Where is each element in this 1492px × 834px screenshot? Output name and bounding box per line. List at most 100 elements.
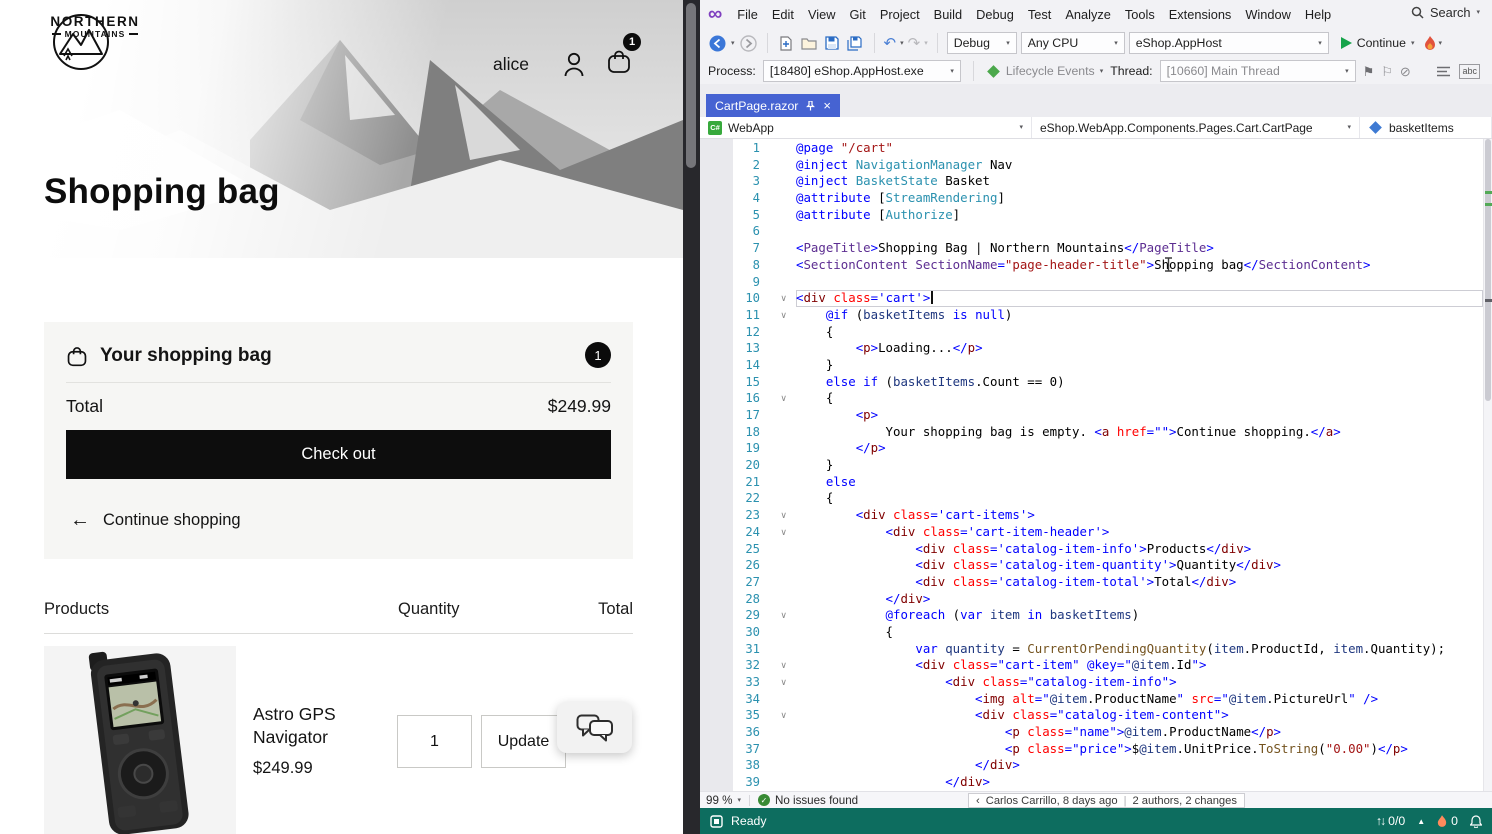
site-logo[interactable]: NORTHERN MOUNTAINS bbox=[42, 12, 148, 70]
member-dropdown[interactable]: basketItems bbox=[1360, 117, 1492, 138]
code-line-31[interactable]: var quantity = CurrentOrPendingQuantity(… bbox=[768, 641, 1483, 658]
code-editor[interactable]: 1 2 3 4 5 6 7 8 9 10 11 12 13 14 15 16 17 18 19 20 21 22 23 24 2… bbox=[700, 139, 1492, 791]
hot-reload-button[interactable]: ▾ bbox=[1424, 35, 1442, 51]
menu-test[interactable]: Test bbox=[1021, 3, 1058, 26]
caret-up-icon[interactable]: ▲ bbox=[1417, 817, 1425, 826]
code-text[interactable]: { bbox=[796, 390, 1483, 407]
thread-select[interactable]: [10660] Main Thread ▾ bbox=[1159, 60, 1356, 82]
code-text[interactable] bbox=[796, 274, 1483, 291]
startup-project-select[interactable]: eShop.AppHost ▾ bbox=[1128, 32, 1329, 54]
code-text[interactable]: @inject NavigationManager Nav bbox=[796, 157, 1483, 174]
open-folder-button[interactable] bbox=[800, 34, 819, 53]
code-text[interactable]: <div class='cart'> bbox=[796, 290, 1483, 307]
navigate-back-button[interactable] bbox=[708, 34, 727, 53]
fold-chevron-icon[interactable]: ∨ bbox=[768, 707, 796, 724]
code-text[interactable]: </div> bbox=[796, 774, 1483, 791]
code-line-33[interactable]: ∨ <div class="catalog-item-info"> bbox=[768, 674, 1483, 691]
code-text[interactable]: <p class="name">@item.ProductName</p> bbox=[796, 724, 1483, 741]
menu-edit[interactable]: Edit bbox=[765, 3, 801, 26]
chevron-down-icon[interactable]: ▾ bbox=[900, 40, 904, 47]
browser-scrollbar[interactable] bbox=[683, 0, 700, 834]
code-line-11[interactable]: ∨ @if (basketItems is null) bbox=[768, 307, 1483, 324]
git-blame-box[interactable]: ‹ Carlos Carrillo, 8 days ago | 2 author… bbox=[968, 793, 1245, 808]
code-line-12[interactable]: { bbox=[768, 324, 1483, 341]
project-dropdown[interactable]: C# WebApp ▾ bbox=[700, 117, 1032, 138]
menu-build[interactable]: Build bbox=[927, 3, 969, 26]
continue-debug-button[interactable]: Continue ▾ bbox=[1340, 36, 1414, 50]
code-text[interactable]: @foreach (var item in basketItems) bbox=[796, 607, 1483, 624]
code-text[interactable]: <div class="catalog-item-content"> bbox=[796, 707, 1483, 724]
code-line-21[interactable]: else bbox=[768, 474, 1483, 491]
code-text[interactable]: Your shopping bag is empty. <a href="">C… bbox=[796, 424, 1483, 441]
code-line-15[interactable]: else if (basketItems.Count == 0) bbox=[768, 374, 1483, 391]
code-line-39[interactable]: </div> bbox=[768, 774, 1483, 791]
code-line-7[interactable]: <PageTitle>Shopping Bag | Northern Mount… bbox=[768, 240, 1483, 257]
breakpoint-margin[interactable] bbox=[700, 139, 733, 791]
tab-cartpage-razor[interactable]: CartPage.razor × bbox=[706, 94, 840, 117]
code-text[interactable]: else bbox=[796, 474, 1483, 491]
code-line-26[interactable]: <div class='catalog-item-quantity'>Quant… bbox=[768, 557, 1483, 574]
code-text[interactable]: <div class='cart-item-header'> bbox=[796, 524, 1483, 541]
menu-analyze[interactable]: Analyze bbox=[1058, 3, 1118, 26]
fold-chevron-icon[interactable]: ∨ bbox=[768, 607, 796, 624]
code-text[interactable]: <div class="cart-item" @key="@item.Id"> bbox=[796, 657, 1483, 674]
code-line-1[interactable]: @page "/cart" bbox=[768, 140, 1483, 157]
code-text[interactable]: <PageTitle>Shopping Bag | Northern Mount… bbox=[796, 240, 1483, 257]
zoom-select[interactable]: 99 % ▾ bbox=[706, 794, 741, 807]
slash-circle-icon[interactable]: ⊘ bbox=[1400, 65, 1411, 78]
save-all-button[interactable] bbox=[846, 34, 865, 53]
document-health[interactable]: ✓ No issues found bbox=[757, 794, 858, 807]
code-text[interactable]: { bbox=[796, 624, 1483, 641]
code-line-35[interactable]: ∨ <div class="catalog-item-content"> bbox=[768, 707, 1483, 724]
code-text[interactable]: <div class='catalog-item-info'>Products<… bbox=[796, 541, 1483, 558]
flag-outline-icon[interactable]: ⚐ bbox=[1381, 65, 1393, 78]
menu-window[interactable]: Window bbox=[1238, 3, 1298, 26]
bell-icon[interactable] bbox=[1470, 814, 1482, 828]
code-line-27[interactable]: <div class='catalog-item-total'>Total</d… bbox=[768, 574, 1483, 591]
code-text[interactable]: { bbox=[796, 490, 1483, 507]
code-line-20[interactable]: } bbox=[768, 457, 1483, 474]
code-line-29[interactable]: ∨ @foreach (var item in basketItems) bbox=[768, 607, 1483, 624]
code-line-17[interactable]: <p> bbox=[768, 407, 1483, 424]
code-line-36[interactable]: <p class="name">@item.ProductName</p> bbox=[768, 724, 1483, 741]
code-text[interactable]: @attribute [Authorize] bbox=[796, 207, 1483, 224]
configuration-select[interactable]: Debug ▾ bbox=[946, 32, 1017, 54]
code-line-24[interactable]: ∨ <div class='cart-item-header'> bbox=[768, 524, 1483, 541]
fold-chevron-icon[interactable]: ∨ bbox=[768, 290, 796, 307]
menu-file[interactable]: File bbox=[730, 3, 765, 26]
account-name[interactable]: alice bbox=[493, 54, 529, 75]
code-line-3[interactable]: @inject BasketState Basket bbox=[768, 173, 1483, 190]
background-tasks-icon[interactable] bbox=[710, 814, 723, 828]
chevron-down-icon[interactable]: ▾ bbox=[731, 40, 735, 47]
code-line-19[interactable]: </p> bbox=[768, 440, 1483, 457]
code-line-16[interactable]: ∨ { bbox=[768, 390, 1483, 407]
code-text[interactable]: <SectionContent SectionName="page-header… bbox=[796, 257, 1483, 274]
blame-changes[interactable]: 2 authors, 2 changes bbox=[1132, 795, 1237, 807]
code-line-38[interactable]: </div> bbox=[768, 757, 1483, 774]
quantity-input[interactable] bbox=[397, 715, 472, 768]
code-text[interactable]: <p class="price">$@item.UnitPrice.ToStri… bbox=[796, 741, 1483, 758]
scrollbar-thumb[interactable] bbox=[1485, 139, 1491, 401]
code-text[interactable]: @attribute [StreamRendering] bbox=[796, 190, 1483, 207]
lifecycle-events-button[interactable]: Lifecycle Events ▾ bbox=[986, 64, 1103, 78]
code-text[interactable]: <div class="catalog-item-info"> bbox=[796, 674, 1483, 691]
new-file-button[interactable] bbox=[777, 34, 796, 53]
scrollbar-thumb[interactable] bbox=[686, 3, 696, 168]
list-lines-icon[interactable] bbox=[1437, 66, 1451, 77]
editor-scrollbar[interactable] bbox=[1483, 139, 1492, 791]
hot-reload-status[interactable]: 0 bbox=[1437, 814, 1458, 828]
code-text[interactable]: @if (basketItems is null) bbox=[796, 307, 1483, 324]
code-text[interactable]: else if (basketItems.Count == 0) bbox=[796, 374, 1483, 391]
fold-chevron-icon[interactable]: ∨ bbox=[768, 390, 796, 407]
code-text[interactable]: <div class='catalog-item-quantity'>Quant… bbox=[796, 557, 1483, 574]
code-text[interactable]: <div class='catalog-item-total'>Total</d… bbox=[796, 574, 1483, 591]
code-text[interactable]: @inject BasketState Basket bbox=[796, 173, 1483, 190]
code-line-23[interactable]: ∨ <div class='cart-items'> bbox=[768, 507, 1483, 524]
code-line-5[interactable]: @attribute [Authorize] bbox=[768, 207, 1483, 224]
checkout-button[interactable]: Check out bbox=[66, 430, 611, 479]
fold-chevron-icon[interactable]: ∨ bbox=[768, 507, 796, 524]
code-text[interactable]: } bbox=[796, 357, 1483, 374]
code-line-8[interactable]: <SectionContent SectionName="page-header… bbox=[768, 257, 1483, 274]
menu-help[interactable]: Help bbox=[1298, 3, 1338, 26]
code-text[interactable]: <p> bbox=[796, 407, 1483, 424]
